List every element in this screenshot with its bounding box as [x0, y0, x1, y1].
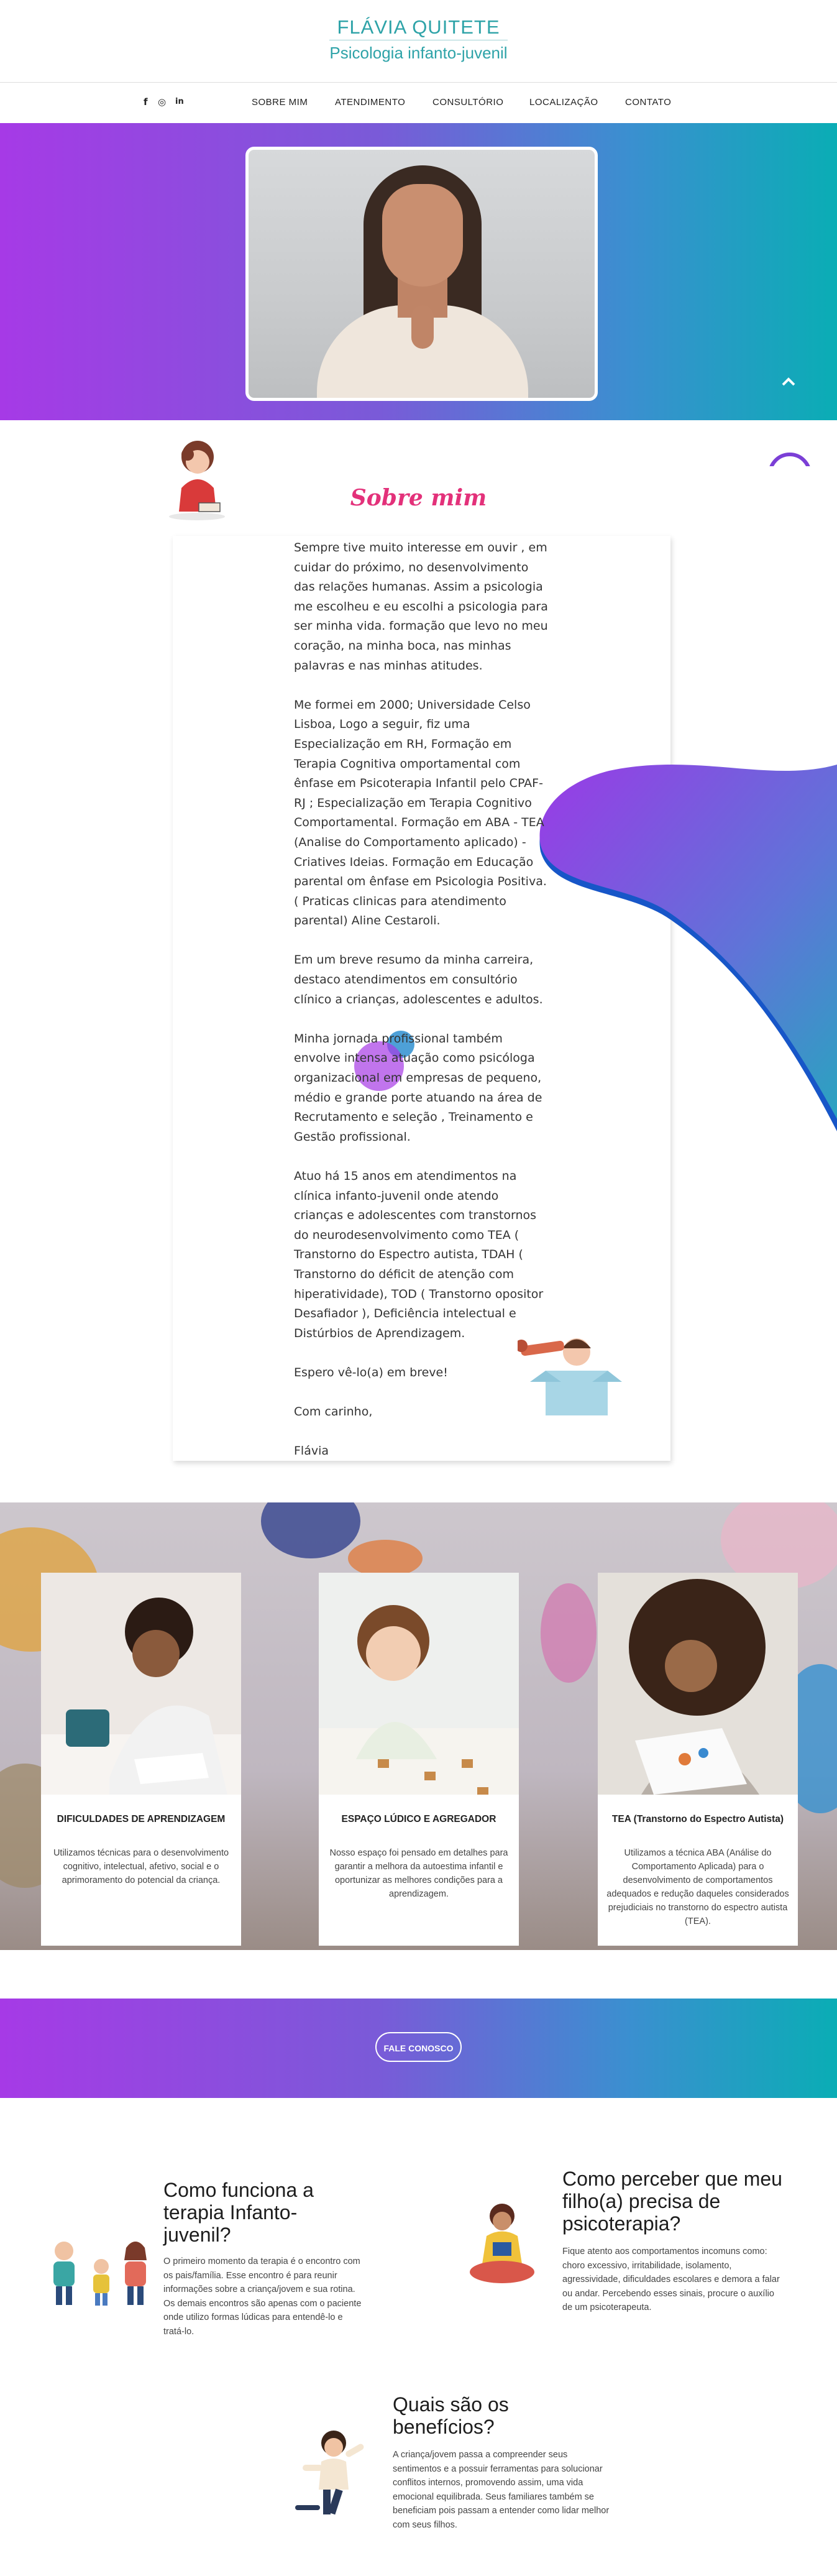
- cta-banner: FALE CONOSCO: [0, 1999, 837, 2098]
- facebook-icon[interactable]: f: [144, 96, 148, 108]
- service-card[interactable]: TEA (Transtorno do Espectro Autista) Uti…: [598, 1573, 798, 1946]
- perceive-title: Como perceber que meu filho(a) precisa d…: [562, 2168, 782, 2235]
- child-jumping-illustration: [295, 2431, 364, 2515]
- linkedin-icon[interactable]: in: [175, 97, 184, 106]
- decorative-wave: [539, 765, 837, 1131]
- girl-reading-photo: [598, 1573, 798, 1795]
- nav-consultorio[interactable]: CONSULTÓRIO: [432, 97, 503, 108]
- benefits-title: Quais são os benefícios?: [393, 2393, 509, 2438]
- about-signature: Flávia: [294, 1444, 329, 1458]
- nav-sobre-mim[interactable]: SOBRE MIM: [252, 97, 308, 108]
- profile-photo: [245, 147, 598, 401]
- girl-drawing-photo: [41, 1573, 241, 1795]
- service-title: DIFICULDADES DE APRENDIZAGEM: [57, 1814, 226, 1824]
- how-title: Como funciona a terapia Infanto-juvenil?: [163, 2179, 314, 2246]
- instagram-icon[interactable]: ◎: [158, 96, 166, 108]
- service-title: ESPAÇO LÚDICO E AGREGADOR: [341, 1814, 496, 1824]
- service-card[interactable]: DIFICULDADES DE APRENDIZAGEM Utilizamos …: [41, 1573, 241, 1946]
- about-paragraph: Espero vê-lo(a) em breve!: [294, 1365, 448, 1379]
- about-paragraph: Em um breve resumo da minha carreira, de…: [294, 953, 543, 1006]
- service-title: TEA (Transtorno do Espectro Autista): [611, 1814, 784, 1824]
- perceive-text: Fique atento aos comportamentos incomuns…: [562, 2247, 780, 2312]
- about-paragraph: Minha jornada profissional também envolv…: [294, 1031, 542, 1144]
- service-description: Utilizamos a técnica ABA (Análise do Com…: [606, 1848, 789, 1926]
- nav-contato[interactable]: CONTATO: [625, 97, 671, 108]
- about-paragraph: Sempre tive muito interesse em ouvir , e…: [294, 541, 548, 673]
- about-paragraph: Atuo há 15 anos em atendimentos na clíni…: [294, 1169, 544, 1340]
- brand-name[interactable]: FLÁVIA QUITETE: [0, 16, 837, 39]
- services-section: DIFICULDADES DE APRENDIZAGEM Utilizamos …: [0, 1502, 837, 1950]
- main-nav: f ◎ in SOBRE MIM ATENDIMENTO CONSULTÓRIO…: [0, 82, 837, 125]
- about-paragraph: Com carinho,: [294, 1405, 373, 1419]
- hero-banner: [0, 123, 837, 420]
- chevron-up-icon[interactable]: [782, 372, 795, 390]
- family-illustration: [53, 2242, 147, 2306]
- service-card[interactable]: ESPAÇO LÚDICO E AGREGADOR Nosso espaço f…: [319, 1573, 519, 1946]
- service-description: Nosso espaço foi pensado em detalhes par…: [329, 1848, 508, 1899]
- nav-atendimento[interactable]: ATENDIMENTO: [335, 97, 405, 108]
- nav-localizacao[interactable]: LOCALIZAÇÃO: [529, 97, 598, 108]
- about-text: Sempre tive muito interesse em ouvir , e…: [294, 538, 551, 1481]
- site-header: FLÁVIA QUITETE Psicologia infanto-juveni…: [0, 0, 837, 82]
- brand-subtitle: Psicologia infanto-juvenil: [329, 44, 508, 62]
- how-text: O primeiro momento da terapia é o encont…: [163, 2256, 362, 2337]
- boy-telescope-illustration: [518, 1338, 622, 1415]
- toddler-playing-photo: [319, 1573, 519, 1795]
- about-title: Sobre mim: [350, 485, 487, 511]
- benefits-text: A criança/jovem passa a compreender seus…: [393, 2450, 610, 2530]
- contact-button[interactable]: FALE CONOSCO: [375, 2032, 462, 2062]
- service-description: Utilizamos técnicas para o desenvolvimen…: [53, 1848, 229, 1885]
- about-paragraph: Me formei em 2000; Universidade Celso Li…: [294, 697, 547, 928]
- girl-meditating-illustration: [470, 2204, 534, 2283]
